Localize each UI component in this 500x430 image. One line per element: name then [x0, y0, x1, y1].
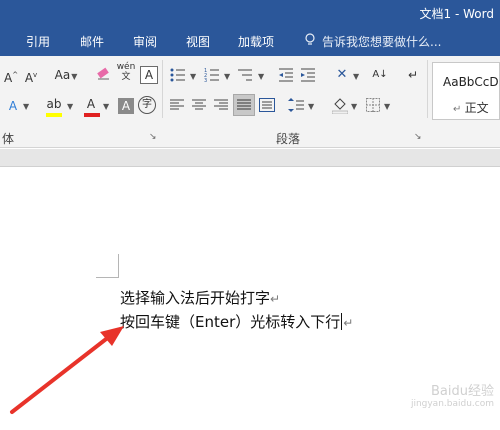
margin-corner-mark [118, 254, 119, 278]
increase-indent-icon[interactable] [300, 68, 316, 82]
align-right-icon[interactable] [214, 99, 228, 111]
shrink-font-button[interactable]: Av [24, 65, 38, 85]
distributed-icon[interactable] [259, 98, 275, 112]
shrink-font-label: A [24, 71, 34, 85]
lightbulb-icon [304, 33, 318, 49]
font-group-label: 体 [2, 132, 15, 146]
text-effects-caret-icon[interactable]: ▼ [23, 102, 29, 111]
change-case-button[interactable]: Aa▼ [52, 65, 80, 85]
shading-caret-icon[interactable]: ▼ [351, 102, 357, 111]
line-text: 选择输入法后开始打字 [120, 289, 271, 307]
margin-corner-mark [96, 277, 118, 278]
document-line-2[interactable]: 按回车键（Enter）光标转入下行 ↵ [120, 311, 353, 332]
style-name-label: 正文 [464, 101, 489, 115]
highlight-caret-icon[interactable]: ▼ [67, 102, 73, 111]
line-spacing-caret-icon[interactable]: ▼ [308, 102, 314, 111]
group-separator [162, 60, 163, 118]
svg-text:3: 3 [204, 78, 207, 82]
enclose-char-button[interactable]: 字 [138, 96, 156, 114]
highlight-color-swatch [46, 113, 62, 117]
phonetic-guide-label: wén [116, 62, 136, 72]
numbering-icon[interactable]: 123 [204, 68, 220, 82]
eraser-icon [97, 67, 109, 80]
char-border-button[interactable]: A [140, 66, 158, 84]
line-text: 按回车键（Enter）光标转入下行 [120, 313, 341, 331]
borders-caret-icon[interactable]: ▼ [384, 102, 390, 111]
borders-icon[interactable] [366, 98, 380, 112]
style-name: ↵ 正文 [453, 101, 489, 115]
justify-icon [237, 99, 251, 110]
font-color-swatch [84, 113, 100, 117]
style-sample-text: AaBbCcD [443, 75, 499, 89]
font-color-button[interactable]: A [84, 94, 98, 114]
tab-review[interactable]: 审阅 [133, 33, 157, 50]
tab-addins[interactable]: 加载项 [238, 33, 274, 50]
bullets-icon[interactable] [170, 68, 186, 82]
grow-font-label: A [4, 71, 13, 85]
shading-icon[interactable] [332, 96, 348, 114]
asian-layout-caret-icon[interactable]: ▼ [353, 72, 359, 81]
grow-font-button[interactable]: A^ [4, 65, 18, 85]
paragraph-dialog-launcher-icon[interactable]: ↘ [414, 132, 422, 142]
highlight-button[interactable]: ab [44, 94, 64, 114]
tell-me-placeholder: 告诉我您想要做什么... [322, 35, 442, 49]
phonetic-guide-button[interactable]: wén 文 [116, 62, 136, 86]
font-dialog-launcher-icon[interactable]: ↘ [149, 132, 157, 142]
sort-icon[interactable]: A↓ [372, 65, 388, 85]
tab-mailings[interactable]: 邮件 [80, 33, 104, 50]
font-color-label: A [86, 97, 96, 111]
align-left-icon[interactable] [170, 99, 184, 111]
highlight-label: ab [46, 97, 62, 111]
title-bar: 文档1 - Word [0, 0, 500, 26]
paragraph-group-label: 段落 [276, 132, 301, 146]
justify-button[interactable] [233, 94, 255, 116]
text-effects-label: A [8, 99, 18, 113]
ribbon: A^ Av Aa▼ wén 文 A A ▼ ab ▼ A ▼ A 字 体 ↘ ▼ … [0, 56, 500, 148]
ribbon-tabs: 引用 邮件 审阅 视图 加载项 告诉我您想要做什么... [0, 26, 500, 56]
style-normal[interactable]: AaBbCcD ↵ 正文 [432, 62, 500, 120]
char-shading-button[interactable]: A [118, 98, 134, 114]
decrease-indent-icon[interactable] [278, 68, 294, 82]
multilevel-list-icon[interactable] [236, 68, 254, 82]
document-line-1[interactable]: 选择输入法后开始打字↵ [120, 287, 280, 308]
window-title: 文档1 - Word [419, 7, 494, 21]
change-case-label: Aa [54, 68, 71, 82]
text-effects-button[interactable]: A [6, 96, 20, 116]
watermark-text: Baidu经验 [431, 384, 494, 399]
multilevel-caret-icon[interactable]: ▼ [258, 72, 264, 81]
clear-formatting-button[interactable] [94, 65, 112, 85]
group-separator [427, 60, 428, 118]
bullets-caret-icon[interactable]: ▼ [190, 72, 196, 81]
numbering-caret-icon[interactable]: ▼ [224, 72, 230, 81]
tab-references[interactable]: 引用 [26, 33, 50, 50]
ruler-band [0, 149, 500, 167]
paragraph-mark: ↵ [270, 292, 281, 306]
watermark-url: jingyan.baidu.com [410, 399, 494, 409]
asian-layout-icon[interactable]: ✕ [334, 65, 350, 85]
tab-view[interactable]: 视图 [186, 33, 210, 50]
paragraph-mark: ↵ [343, 316, 354, 330]
show-marks-icon[interactable]: ↵ [406, 65, 420, 85]
line-spacing-icon[interactable] [288, 98, 304, 112]
tell-me-box[interactable]: 告诉我您想要做什么... [304, 33, 441, 50]
watermark: Baidu经验 jingyan.baidu.com [411, 380, 494, 409]
annotation-arrow [10, 326, 124, 414]
font-color-caret-icon[interactable]: ▼ [103, 102, 109, 111]
align-center-icon[interactable] [192, 99, 206, 111]
